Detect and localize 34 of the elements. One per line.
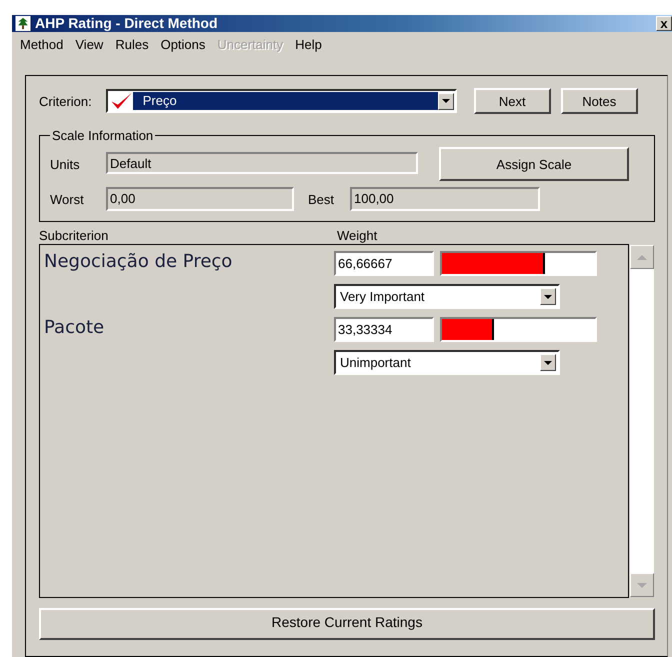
criterion-dropdown[interactable]: Preço <box>106 89 457 113</box>
rating-dropdown[interactable]: Very Important <box>334 284 560 309</box>
scroll-up-button[interactable] <box>630 245 654 269</box>
subcriterion-name: Negociação de Preço <box>44 251 234 274</box>
scrollbar[interactable] <box>629 244 655 598</box>
menu-item[interactable]: View <box>71 36 112 58</box>
worst-field[interactable]: 0,00 <box>106 187 294 211</box>
tree-icon <box>15 16 31 31</box>
best-field[interactable]: 100,00 <box>350 187 540 211</box>
worst-label: Worst <box>50 192 85 206</box>
units-label: Units <box>50 156 81 172</box>
units-field[interactable]: Default <box>106 152 418 174</box>
subcriterion-name: Pacote <box>44 317 106 340</box>
best-label: Best <box>308 192 336 206</box>
column-header: Weight <box>337 228 378 244</box>
criterion-button[interactable]: Notes <box>560 88 638 114</box>
menu-item[interactable]: Method <box>16 36 72 58</box>
close-button[interactable]: x <box>656 16 672 31</box>
criterion-label: Criterion: <box>39 94 92 108</box>
menu-item[interactable]: Help <box>291 36 330 58</box>
up-arrow-icon <box>637 254 647 260</box>
menu-item[interactable]: Options <box>156 36 214 58</box>
window-title: AHP Rating - Direct Method <box>35 15 219 32</box>
restore-ratings-button[interactable]: Restore Current Ratings <box>39 608 655 640</box>
assign-scale-button[interactable]: Assign Scale <box>439 147 629 181</box>
down-arrow-icon <box>637 582 647 588</box>
group-title: Scale Information <box>51 128 154 143</box>
scroll-down-button[interactable] <box>630 573 654 597</box>
menu-item[interactable]: Rules <box>111 36 157 58</box>
criterion-button[interactable]: Next <box>474 88 551 114</box>
rating-dropdown[interactable]: Unimportant <box>334 350 560 375</box>
weight-field[interactable]: 33,33334 <box>334 317 434 342</box>
column-header: Subcriterion <box>39 228 110 244</box>
weight-field[interactable]: 66,66667 <box>334 251 434 276</box>
